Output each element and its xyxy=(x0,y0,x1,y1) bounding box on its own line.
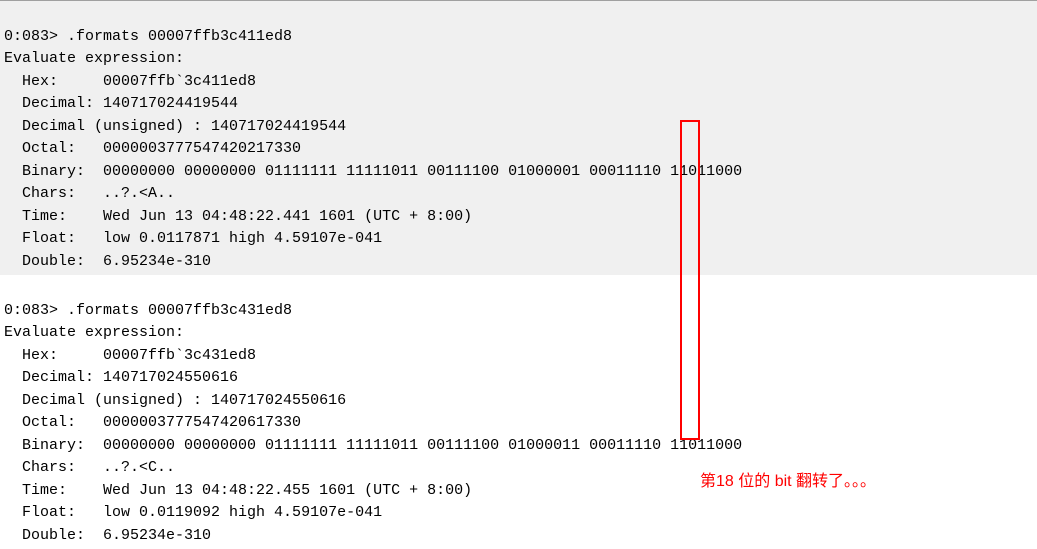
decimal-unsigned-line: Decimal (unsigned) : 140717024419544 xyxy=(4,118,346,135)
eval-line: Evaluate expression: xyxy=(4,50,184,67)
double-line: Double: 6.95234e-310 xyxy=(4,253,211,270)
octal-line: Octal: 0000003777547420217330 xyxy=(4,140,301,157)
binary-line: Binary: 00000000 00000000 01111111 11111… xyxy=(4,163,742,180)
eval-line: Evaluate expression: xyxy=(4,324,184,341)
hex-line: Hex: 00007ffb`3c431ed8 xyxy=(4,347,256,364)
chars-line: Chars: ..?.<C.. xyxy=(4,459,175,476)
float-line: Float: low 0.0117871 high 4.59107e-041 xyxy=(4,230,382,247)
time-line: Time: Wed Jun 13 04:48:22.455 1601 (UTC … xyxy=(4,482,472,499)
float-line: Float: low 0.0119092 high 4.59107e-041 xyxy=(4,504,382,521)
double-line: Double: 6.95234e-310 xyxy=(4,527,211,544)
time-line: Time: Wed Jun 13 04:48:22.441 1601 (UTC … xyxy=(4,208,472,225)
decimal-line: Decimal: 140717024419544 xyxy=(4,95,238,112)
hex-line: Hex: 00007ffb`3c411ed8 xyxy=(4,73,256,90)
decimal-unsigned-line: Decimal (unsigned) : 140717024550616 xyxy=(4,392,346,409)
output-block-2: 0:083> .formats 00007ffb3c431ed8 Evaluat… xyxy=(0,275,1037,549)
prompt-line: 0:083> .formats 00007ffb3c431ed8 xyxy=(4,302,292,319)
decimal-line: Decimal: 140717024550616 xyxy=(4,369,238,386)
prompt-line: 0:083> .formats 00007ffb3c411ed8 xyxy=(4,28,292,45)
binary-line: Binary: 00000000 00000000 01111111 11111… xyxy=(4,437,742,454)
annotation-text: 第18 位的 bit 翻转了。。。 xyxy=(700,470,876,494)
chars-line: Chars: ..?.<A.. xyxy=(4,185,175,202)
output-block-1: 0:083> .formats 00007ffb3c411ed8 Evaluat… xyxy=(0,0,1037,275)
octal-line: Octal: 0000003777547420617330 xyxy=(4,414,301,431)
